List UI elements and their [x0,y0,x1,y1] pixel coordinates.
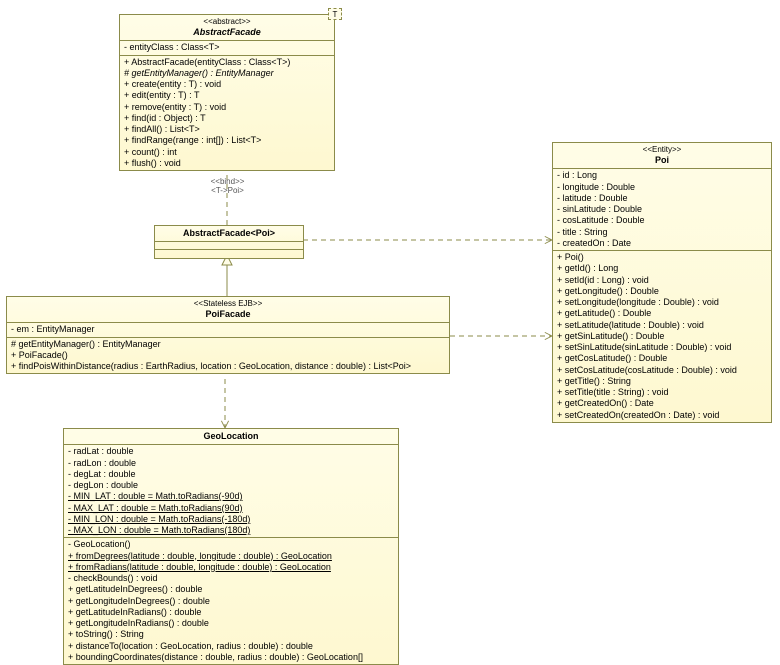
operation: + fromDegrees(latitude : double, longitu… [68,551,394,562]
attribute: - MAX_LON : double = Math.toRadians(180d… [68,525,394,536]
stereotype-label: <<Stateless EJB>> [11,299,445,309]
attribute: - longitude : Double [557,182,767,193]
attribute: - createdOn : Date [557,238,767,249]
class-abstract-facade: T <<abstract>> AbstractFacade - entityCl… [119,14,335,171]
operation: + setCosLatitude(cosLatitude : Double) :… [557,365,767,376]
attribute: - MIN_LAT : double = Math.toRadians(-90d… [68,491,394,502]
operation: + setLongitude(longitude : Double) : voi… [557,297,767,308]
operation: + count() : int [124,147,330,158]
attribute: - degLon : double [68,480,394,491]
attribute: - entityClass : Class<T> [124,42,330,53]
stereotype-label: <<Entity>> [557,145,767,155]
operation: + create(entity : T) : void [124,79,330,90]
operation: + remove(entity : T) : void [124,102,330,113]
attribute: - title : String [557,227,767,238]
operation: + Poi() [557,252,767,263]
attribute: - degLat : double [68,469,394,480]
operation: + getCosLatitude() : Double [557,353,767,364]
operation: - GeoLocation() [68,539,394,550]
operation: + fromRadians(latitude : double, longitu… [68,562,394,573]
class-name: Poi [557,155,767,166]
operation: + getTitle() : String [557,376,767,387]
attribute: - latitude : Double [557,193,767,204]
attributes-compartment: - radLat : double- radLon : double- degL… [64,445,398,538]
operations-compartment: + Poi()+ getId() : Long+ setId(id : Long… [553,251,771,422]
attribute: - radLat : double [68,446,394,457]
class-poi-facade: <<Stateless EJB>> PoiFacade - em : Entit… [6,296,450,374]
operation: + setTitle(title : String) : void [557,387,767,398]
attributes-compartment: - entityClass : Class<T> [120,41,334,55]
operation: + setId(id : Long) : void [557,275,767,286]
operation: + distanceTo(location : GeoLocation, rad… [68,641,394,652]
operation: + find(id : Object) : T [124,113,330,124]
attribute: - MAX_LAT : double = Math.toRadians(90d) [68,503,394,514]
operation: - checkBounds() : void [68,573,394,584]
attribute: - sinLatitude : Double [557,204,767,215]
operation: + edit(entity : T) : T [124,90,330,101]
operation: + setSinLatitude(sinLatitude : Double) :… [557,342,767,353]
attributes-compartment: - em : EntityManager [7,323,449,337]
class-geo-location: GeoLocation - radLat : double- radLon : … [63,428,399,665]
attribute: - cosLatitude : Double [557,215,767,226]
stereotype-label: <<abstract>> [124,17,330,27]
operation: + AbstractFacade(entityClass : Class<T>) [124,57,330,68]
operations-compartment: - GeoLocation()+ fromDegrees(latitude : … [64,538,398,664]
operation: + setLatitude(latitude : Double) : void [557,320,767,331]
operation: + getLongitudeInRadians() : double [68,618,394,629]
operation: + findRange(range : int[]) : List<T> [124,135,330,146]
operation: + getCreatedOn() : Date [557,398,767,409]
operation: + toString() : String [68,629,394,640]
operation: + boundingCoordinates(distance : double,… [68,652,394,663]
class-name: AbstractFacade<Poi> [159,228,299,239]
attributes-compartment: - id : Long- longitude : Double- latitud… [553,169,771,251]
operation: + getLongitudeInDegrees() : double [68,596,394,607]
operation: + findPoisWithinDistance(radius : EarthR… [11,361,445,372]
operation: + getLongitude() : Double [557,286,767,297]
attribute: - radLon : double [68,458,394,469]
operation: + findAll() : List<T> [124,124,330,135]
operation: + flush() : void [124,158,330,169]
attribute: - id : Long [557,170,767,181]
operation: + PoiFacade() [11,350,445,361]
operations-compartment: + AbstractFacade(entityClass : Class<T>)… [120,56,334,171]
operation: + getId() : Long [557,263,767,274]
attribute: - em : EntityManager [11,324,445,335]
template-param-tag: T [328,8,342,20]
operation: + setCreatedOn(createdOn : Date) : void [557,410,767,421]
class-name: GeoLocation [68,431,394,442]
class-abstract-facade-poi: AbstractFacade<Poi> [154,225,304,259]
operation: # getEntityManager() : EntityManager [124,68,330,79]
operation: # getEntityManager() : EntityManager [11,339,445,350]
attribute: - MIN_LON : double = Math.toRadians(-180… [68,514,394,525]
operations-compartment: # getEntityManager() : EntityManager + P… [7,338,449,374]
class-poi: <<Entity>> Poi - id : Long- longitude : … [552,142,772,423]
class-name: AbstractFacade [124,27,330,38]
operation: + getSinLatitude() : Double [557,331,767,342]
class-name: PoiFacade [11,309,445,320]
edge-label-bind: <<bind>> <T->Poi> [195,178,260,196]
operation: + getLatitudeInRadians() : double [68,607,394,618]
operation: + getLatitudeInDegrees() : double [68,584,394,595]
operation: + getLatitude() : Double [557,308,767,319]
